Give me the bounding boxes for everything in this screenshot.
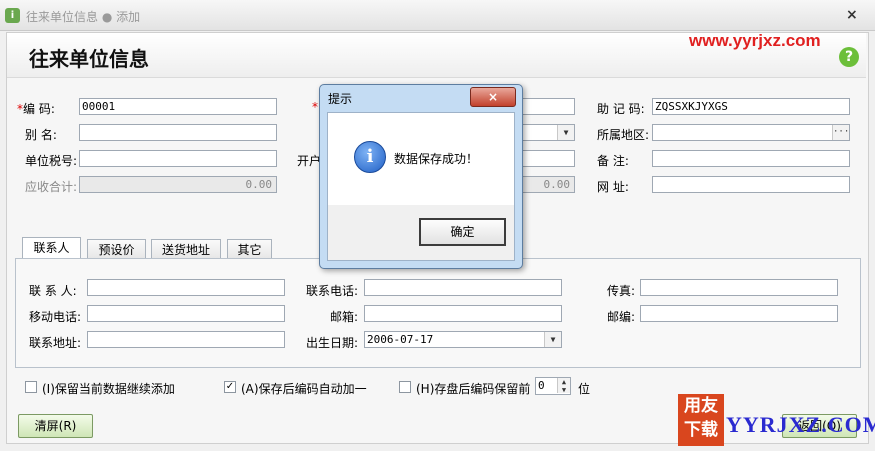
mobile-field[interactable] [87, 305, 285, 322]
web-field[interactable] [652, 176, 850, 193]
zip-label: 邮编: [607, 310, 636, 324]
openbank-field[interactable] [519, 150, 575, 167]
stepper-arrows-icon[interactable]: ▲ ▼ [557, 378, 570, 394]
window-close-button[interactable]: × [846, 7, 858, 23]
birth-date-value: 2006-07-17 [367, 333, 434, 346]
dialog-title: 提示 [328, 92, 353, 106]
tab-preset-price[interactable]: 预设价 [87, 239, 146, 259]
dialog-close-button[interactable]: × [470, 87, 516, 107]
name-field[interactable] [519, 98, 575, 115]
clear-button[interactable]: 清屏(R) [18, 414, 93, 438]
receivable-field: 0.00 [79, 176, 277, 193]
taxno-field[interactable] [79, 150, 277, 167]
fax-label: 传真: [607, 284, 636, 298]
openbank-label: 开户 [297, 154, 322, 168]
birth-label: 出生日期: [306, 336, 359, 350]
email-label: 邮箱: [330, 310, 359, 324]
email-field[interactable] [364, 305, 562, 322]
keep-data-label: (I)保留当前数据继续添加 [42, 382, 175, 396]
fax-field[interactable] [640, 279, 838, 296]
phone-field[interactable] [364, 279, 562, 296]
taxno-label: 单位税号: [25, 154, 78, 168]
window-titlebar: i 往来单位信息 ● 添加 × [0, 0, 875, 31]
receivable-label: 应收合计: [25, 180, 78, 194]
auto-increment-checkbox[interactable]: ✓ [224, 381, 236, 393]
alias-label: 别 名: [25, 128, 57, 142]
note-label: 备 注: [597, 154, 629, 168]
code-field[interactable]: 00001 [79, 98, 277, 115]
keep-code-checkbox[interactable] [399, 381, 411, 393]
auto-increment-label: (A)保存后编码自动加一 [241, 382, 367, 396]
contact-address-field[interactable] [87, 331, 285, 348]
keep-digits-stepper[interactable]: 0 ▲ ▼ [535, 377, 571, 395]
tab-contact[interactable]: 联系人 [22, 237, 81, 259]
info-icon: i [354, 141, 386, 173]
web-label: 网 址: [597, 180, 629, 194]
region-label: 所属地区: [597, 128, 650, 142]
digits-unit-label: 位 [578, 382, 591, 396]
watermark-logo: 用友下载 [678, 394, 724, 446]
phone-label: 联系电话: [306, 284, 359, 298]
mnemonic-field[interactable]: ZQSSXKJYXGS [652, 98, 850, 115]
mid-receivable-field: 0.00 [519, 176, 575, 193]
alias-field[interactable] [79, 124, 277, 141]
watermark-logo-text: YYRJXZ.COM [726, 412, 875, 437]
region-browse-button[interactable]: ··· [832, 125, 849, 140]
mnemonic-label: 助 记 码: [597, 102, 645, 116]
category-select[interactable]: ▼ [519, 124, 575, 141]
keep-digits-value: 0 [538, 379, 545, 392]
note-field[interactable] [652, 150, 850, 167]
keep-code-label: (H)存盘后编码保留前 [416, 382, 531, 396]
dialog-message: 数据保存成功！ [394, 152, 479, 166]
help-icon[interactable]: ? [839, 47, 859, 67]
message-dialog: 提示 × i 数据保存成功！ 确定 [319, 84, 523, 269]
zip-field[interactable] [640, 305, 838, 322]
watermark-url: www.yyrjxz.com [689, 31, 821, 50]
ok-button[interactable]: 确定 [419, 218, 506, 246]
app-icon: i [5, 8, 20, 23]
page-title: 往来单位信息 [29, 47, 149, 71]
birth-date-field[interactable]: 2006-07-17 ▼ [364, 331, 562, 348]
mid-required-mark: * [312, 100, 318, 114]
code-label: *编 码: [17, 102, 55, 116]
chevron-down-icon[interactable]: ▼ [557, 125, 574, 140]
region-field[interactable]: ··· [652, 124, 850, 141]
contact-address-label: 联系地址: [29, 336, 82, 350]
mobile-label: 移动电话: [29, 310, 82, 324]
tab-other[interactable]: 其它 [227, 239, 272, 259]
contact-person-field[interactable] [87, 279, 285, 296]
calendar-dropdown-icon[interactable]: ▼ [544, 332, 561, 347]
tab-delivery-address[interactable]: 送货地址 [151, 239, 221, 259]
keep-data-checkbox[interactable] [25, 381, 37, 393]
contact-person-label: 联 系 人: [29, 284, 77, 298]
window-title: 往来单位信息 ● 添加 [26, 10, 141, 24]
